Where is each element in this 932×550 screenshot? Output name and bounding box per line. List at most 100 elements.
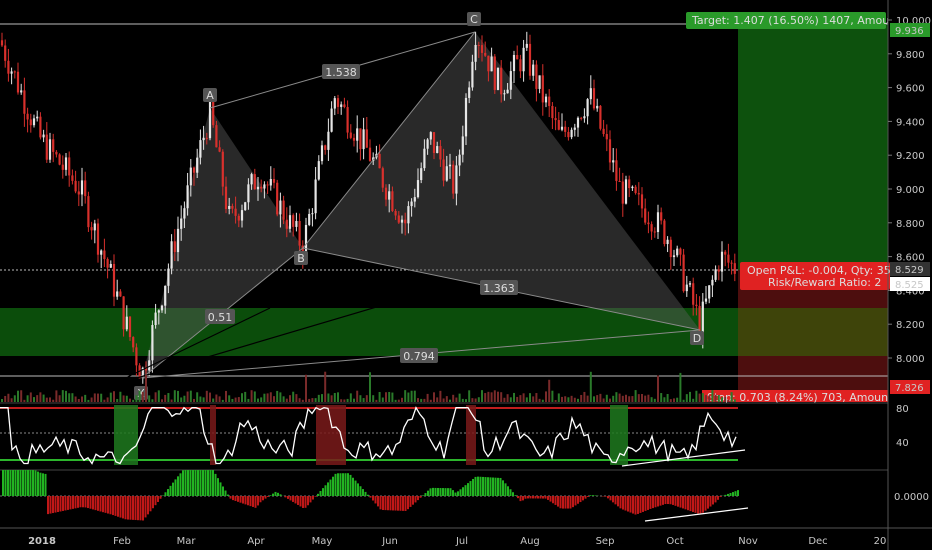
macd-bar (12, 470, 14, 496)
macd-bar (659, 496, 662, 506)
macd-bar (252, 496, 254, 507)
volume-bar (564, 396, 567, 402)
candle-body (314, 179, 317, 214)
candle-body (557, 120, 560, 130)
macd-bar (142, 496, 144, 521)
macd-bar (254, 496, 257, 508)
volume-bar (621, 395, 624, 402)
svg-text:0.794: 0.794 (403, 350, 435, 363)
volume-bar (365, 395, 368, 402)
volume-bar (445, 396, 448, 402)
volume-bar (295, 394, 298, 402)
candle-body (324, 145, 327, 150)
macd-bar (647, 496, 649, 510)
candle-body (586, 99, 589, 117)
time-axis[interactable]: 2018 Feb Mar Apr May Jun Jul Aug Sep Oct Nov Dec 20 (28, 536, 886, 547)
volume-bar (599, 393, 602, 402)
candle-body (410, 201, 413, 207)
candle-body (202, 137, 205, 141)
candle-body (84, 180, 87, 197)
macd-bar (279, 494, 282, 496)
macd-bar (399, 496, 402, 511)
candle-body (116, 291, 119, 297)
macd-bar (324, 485, 327, 496)
macd-bar (554, 496, 557, 505)
candle-body (205, 137, 208, 139)
candle-body (727, 254, 730, 263)
candle-body (512, 55, 516, 72)
price-tick-label: 9.600 (896, 84, 925, 95)
volume-bar (183, 395, 186, 402)
macd-bar (682, 496, 684, 509)
volume-bar (692, 398, 695, 402)
macd-bar (677, 496, 679, 507)
volume-bar (698, 393, 701, 402)
candle-body (608, 139, 612, 163)
macd-bar (292, 496, 294, 502)
chart-canvas[interactable]: X A B C D 1.538 0.51 1.363 0.794 Target:… (0, 0, 932, 550)
macd-histogram (2, 470, 739, 521)
macd-bar (139, 496, 142, 521)
macd-bar (487, 477, 489, 496)
volume-bar (164, 394, 167, 402)
macd-bar (64, 496, 67, 511)
candle-body (730, 262, 733, 264)
volume-bar (145, 374, 147, 402)
candle-body (279, 200, 282, 215)
candle-body (183, 208, 186, 219)
volume-bar (545, 391, 547, 402)
svg-text:A: A (206, 89, 214, 102)
candle-body (176, 228, 180, 253)
candle-body (36, 116, 39, 119)
macd-bar (699, 496, 702, 515)
candle-body (624, 179, 628, 204)
macd-bar (377, 496, 379, 507)
macd-bar (144, 496, 147, 518)
macd-bar (119, 496, 122, 518)
macd-bar (459, 489, 462, 496)
candle-body (480, 45, 484, 53)
macd-bar (512, 492, 514, 496)
candle-body (189, 167, 192, 186)
macd-bar (272, 493, 274, 496)
volume-bar (477, 397, 480, 402)
price-axis[interactable]: 10.0009.8009.6009.4009.2009.0008.8008.60… (888, 16, 931, 365)
macd-bar (92, 496, 94, 510)
macd-bar (464, 485, 467, 496)
rsi-highlight-block (466, 405, 476, 465)
volume-bar (308, 398, 311, 402)
candle-body (160, 305, 164, 311)
candle-body (112, 263, 116, 297)
candle-body (528, 43, 532, 76)
macd-bar (737, 490, 739, 496)
candle-body (477, 44, 480, 46)
ratio-bd: 1.363 (480, 280, 518, 295)
macd-bar (672, 496, 674, 505)
candle-body (413, 197, 416, 202)
time-tick-label: Feb (113, 536, 131, 547)
volume-bar (135, 395, 138, 402)
candle-body (23, 90, 26, 114)
macd-bar (192, 470, 194, 496)
volume-bar (733, 399, 736, 402)
candle-body (525, 43, 528, 48)
svg-text:0.51: 0.51 (208, 311, 233, 324)
macd-bar (629, 496, 632, 513)
macd-bar (732, 492, 734, 496)
macd-bar (614, 496, 617, 505)
volume-bar (199, 396, 202, 402)
volume-bar (353, 398, 355, 402)
macd-bar (52, 496, 54, 514)
macd-bar (187, 470, 189, 496)
volume-bar (253, 391, 256, 402)
volume-bar (122, 395, 125, 402)
candle-body (13, 71, 16, 73)
volume-bar (10, 398, 13, 402)
macd-bar (717, 496, 719, 500)
volume-bar (337, 392, 339, 402)
candle-body (20, 90, 23, 93)
macd-bar (219, 482, 222, 496)
candle-body (634, 186, 637, 194)
candle-body (416, 180, 420, 198)
volume-bar (116, 398, 119, 402)
